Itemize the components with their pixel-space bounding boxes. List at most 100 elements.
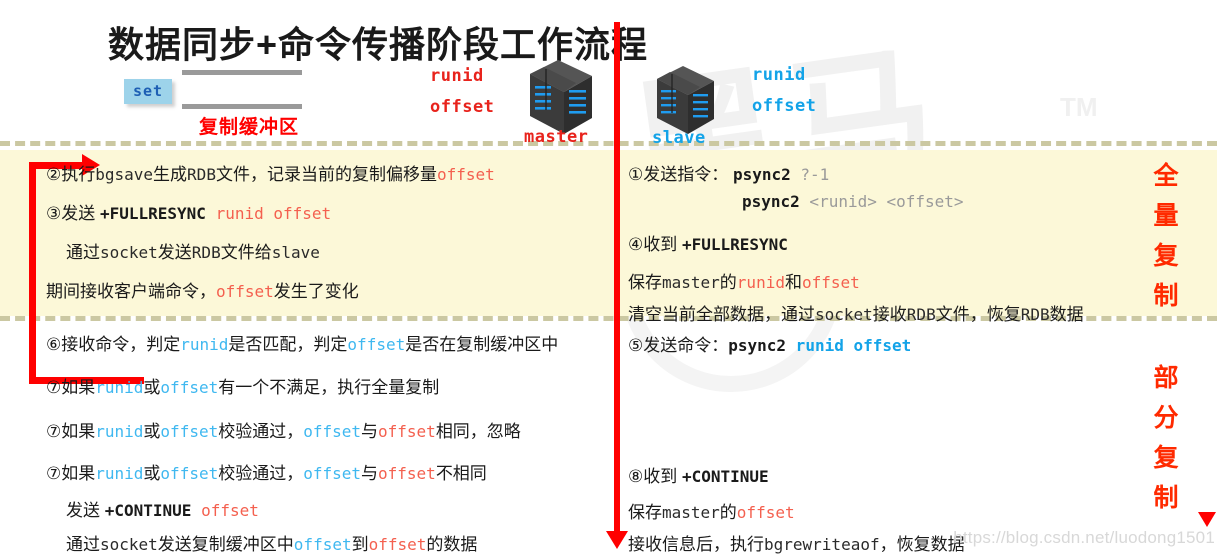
text-run: ③发送: [46, 204, 100, 223]
master-partial-step-1: ⑥接收命令，判定runid是否匹配，判定offset是否在复制缓冲区中: [46, 330, 558, 355]
right-flow-arrow-head: [1198, 512, 1216, 527]
text-run: 有一个不满足，执行全量复制: [218, 378, 440, 397]
watermark-tm: TM: [1060, 92, 1098, 122]
text-run: ⑦如果: [46, 422, 96, 441]
text-run: ⑧收到: [628, 467, 682, 486]
slave-runid-label: runid: [752, 65, 806, 85]
full-replication-label: 全量复制: [1146, 156, 1186, 316]
master-runid-label: runid: [430, 66, 484, 86]
text-run: 通过: [66, 535, 100, 554]
slave-term-run: runid: [95, 378, 144, 397]
text-run: 期间接收客户端命令，: [46, 282, 216, 301]
slave-full-step-2: psync2 <runid> <offset>: [742, 192, 964, 212]
text-run: ②执行: [46, 165, 96, 184]
text-run: ⑤发送命令：: [628, 336, 729, 355]
text-run: 文件，记录当前的复制偏移量: [215, 165, 437, 184]
master-offset-label: offset: [430, 97, 495, 117]
text-run: 或: [143, 378, 161, 397]
text-run: 是否在复制缓冲区中: [405, 335, 559, 354]
text-run: 与: [361, 464, 379, 483]
text-run: 生成: [153, 165, 188, 184]
text-run: 清空当前全部数据，通过: [628, 305, 815, 324]
code-run: bgsave: [95, 165, 154, 184]
text-run: 接收: [872, 305, 907, 324]
slave-term-run: offset: [347, 335, 406, 354]
master-partial-step-5: 发送 +CONTINUE offset: [66, 496, 259, 521]
slave-term-run: offset: [303, 422, 362, 441]
master-full-step-3: 通过socket发送RDB文件给slave: [66, 238, 320, 263]
text-run: 发送: [66, 501, 105, 520]
code-run: socket: [100, 243, 158, 262]
text-run: ①发送指令：: [628, 165, 733, 184]
text-run: 文件给: [220, 243, 272, 262]
partial-replication-char-1: 部: [1153, 364, 1179, 392]
buffer-line-top: [182, 70, 302, 75]
divider-top: [0, 141, 1217, 146]
code-run: slave: [271, 243, 320, 262]
partial-replication-char-4: 制: [1153, 484, 1179, 512]
master-term-run: offset: [436, 165, 495, 184]
text-run: ④收到: [628, 235, 682, 254]
master-term-run: offset: [378, 464, 436, 483]
text-run: 校验通过，: [218, 464, 304, 483]
text-run: 发送复制缓冲区中: [157, 535, 294, 554]
master-term-run: offset: [736, 503, 795, 522]
full-replication-char-2: 量: [1153, 202, 1179, 230]
text-run: 发送: [157, 243, 192, 262]
master-name-label: master: [524, 127, 589, 147]
code-run: socket: [100, 535, 158, 554]
text-run: 是否匹配，判定: [228, 335, 348, 354]
slave-term-run: offset: [160, 422, 219, 441]
master-term-run: offset: [801, 273, 860, 292]
code-run: master: [662, 503, 720, 522]
command-run: psync2: [732, 165, 791, 184]
text-run: 保存: [628, 273, 662, 292]
master-term-run: offset: [368, 535, 427, 554]
slave-term-run: offset: [293, 535, 352, 554]
master-full-step-2: ③发送 +FULLRESYNC runid offset: [46, 199, 331, 224]
command-run: psync2: [728, 336, 787, 355]
code-run: RDB: [191, 243, 221, 262]
slave-offset-label: offset: [752, 96, 817, 116]
command-run: +CONTINUE: [104, 501, 192, 520]
master-partial-step-2: ⑦如果runid或offset有一个不满足，执行全量复制: [46, 373, 439, 398]
text-run: 通过: [66, 243, 100, 262]
command-run: +CONTINUE: [681, 467, 769, 486]
text-run: ，恢复数据: [879, 535, 965, 554]
slave-full-step-3: ④收到 +FULLRESYNC: [628, 230, 788, 255]
code-run: master: [662, 273, 720, 292]
text-run: 的: [719, 273, 737, 292]
slave-term-run: runid: [95, 464, 144, 483]
set-command-box: set: [124, 79, 173, 104]
full-replication-char-1: 全: [1153, 162, 1179, 190]
master-full-step-1: ②执行bgsave生成RDB文件，记录当前的复制偏移量offset: [46, 160, 495, 185]
master-term-run: offset: [216, 282, 274, 301]
text-run: 文件，恢复: [935, 305, 1021, 324]
text-run: 接收信息后，执行: [628, 535, 764, 554]
code-run: RDB: [906, 305, 936, 324]
text-run: 到: [351, 535, 369, 554]
master-term-run: offset: [191, 501, 259, 520]
text-run: 或: [143, 422, 161, 441]
slave-term-run: runid: [180, 335, 229, 354]
partial-replication-label: 部分复制: [1146, 358, 1186, 518]
text-run: ⑥接收命令，判定: [46, 335, 181, 354]
slave-term-run: offset: [160, 464, 219, 483]
loopback-arrow-vertical: [29, 162, 36, 384]
placeholder-run: <runid> <offset>: [799, 192, 964, 211]
slave-partial-step-1: ⑤发送命令：psync2 runid offset: [628, 331, 911, 356]
slave-partial-step-3: 保存master的offset: [628, 498, 795, 523]
slave-partial-step-2: ⑧收到 +CONTINUE: [628, 462, 769, 487]
master-term-run: offset: [378, 422, 436, 441]
code-run: bgrewriteaof: [764, 535, 880, 554]
text-run: 数据: [1049, 305, 1084, 324]
text-run: 和: [784, 273, 802, 292]
replication-buffer-label: 复制缓冲区: [199, 117, 300, 138]
text-run: 与: [361, 422, 379, 441]
text-run: 相同，忽略: [435, 422, 521, 441]
slave-name-label: slave: [652, 128, 706, 148]
slave-partial-step-4: 接收信息后，执行bgrewriteaof，恢复数据: [628, 530, 965, 555]
text-run: 校验通过，: [218, 422, 304, 441]
full-replication-char-4: 制: [1153, 282, 1179, 310]
master-term-run: runid offset: [205, 204, 332, 223]
